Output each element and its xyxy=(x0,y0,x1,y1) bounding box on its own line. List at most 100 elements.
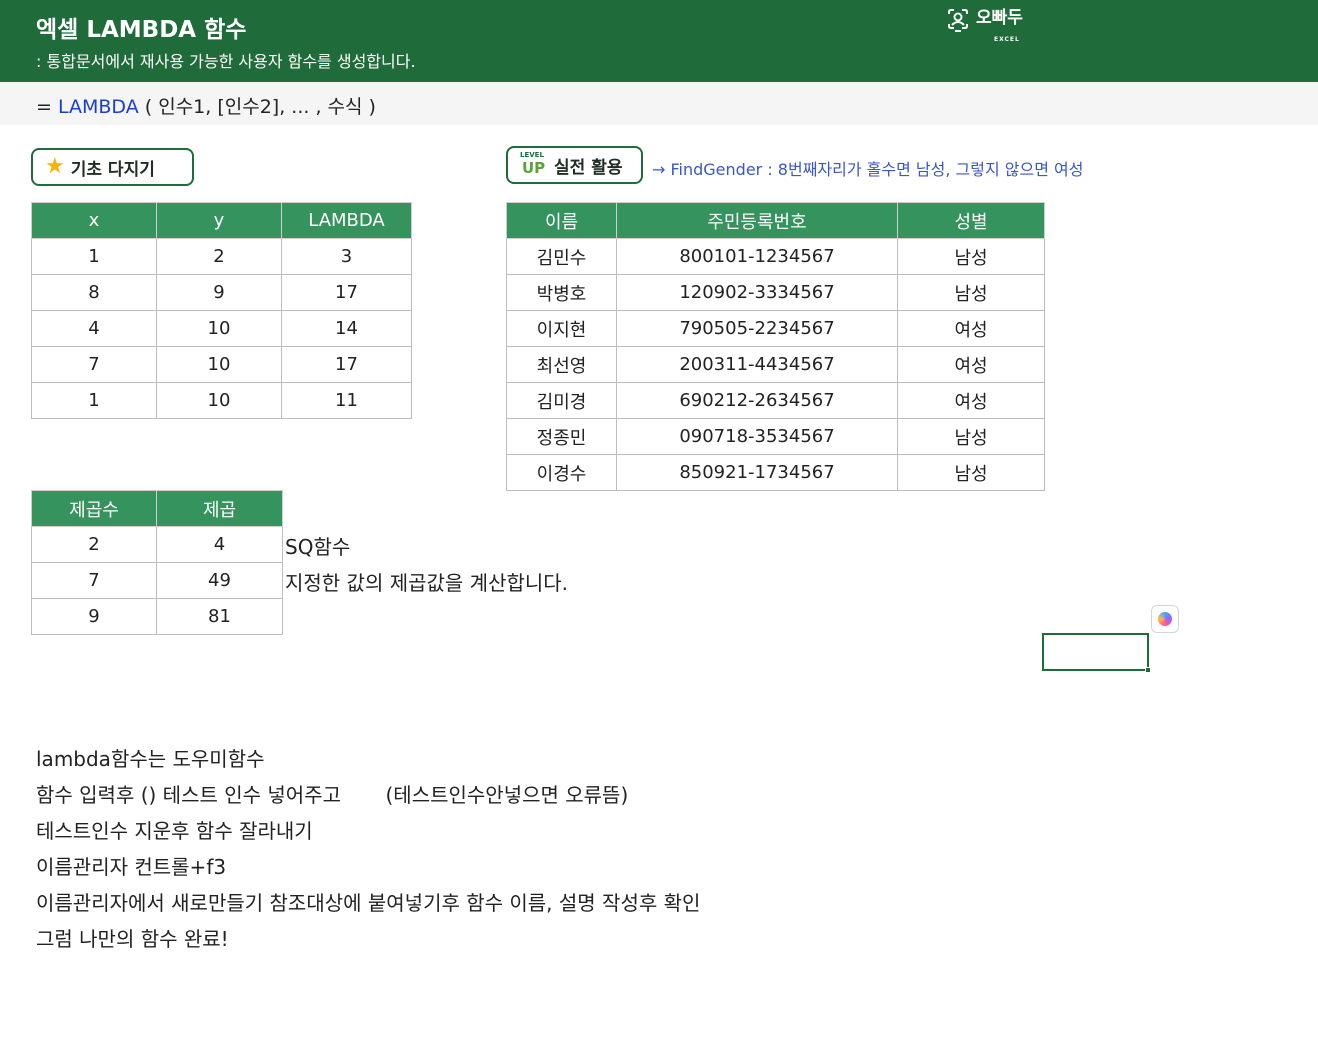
table-cell[interactable]: 김민수 xyxy=(506,238,617,275)
practical-section-badge: LEVEL UP 실전 활용 xyxy=(506,146,643,184)
table-cell[interactable]: 남성 xyxy=(897,238,1045,275)
table-cell[interactable]: 9 xyxy=(31,598,157,635)
table-cell[interactable]: 17 xyxy=(281,274,412,311)
table-cell[interactable]: 1 xyxy=(31,382,157,419)
practical-section-label: 실전 활용 xyxy=(554,157,623,178)
sq-function-name[interactable]: SQ함수 xyxy=(285,531,350,560)
table-cell[interactable]: 7 xyxy=(31,346,157,383)
table-cell[interactable]: 여성 xyxy=(897,382,1045,419)
selected-cell[interactable] xyxy=(1042,633,1151,673)
fill-handle[interactable] xyxy=(1145,667,1151,673)
table-cell[interactable]: 1 xyxy=(31,238,157,275)
note-line[interactable]: 그럼 나만의 함수 완료! xyxy=(36,921,700,957)
table-cell[interactable]: 49 xyxy=(156,562,283,599)
table-cell[interactable]: 7 xyxy=(31,562,157,599)
note-line[interactable]: 함수 입력후 () 테스트 인수 넣어주고 (테스트인수안넣으면 오류뜸) xyxy=(36,777,700,813)
table-cell[interactable]: 17 xyxy=(281,346,412,383)
copilot-icon xyxy=(1158,612,1172,626)
table-cell[interactable]: 남성 xyxy=(897,418,1045,455)
table-header-row: 제곱수 제곱 xyxy=(31,490,283,527)
table-cell[interactable]: 남성 xyxy=(897,274,1045,311)
note-line[interactable]: lambda함수는 도우미함수 xyxy=(36,741,700,777)
logo-subtext: EXCEL xyxy=(994,36,1020,43)
column-header[interactable]: 제곱 xyxy=(156,490,283,527)
table-cell[interactable]: 120902-3334567 xyxy=(616,274,898,311)
table-row: 최선영 200311-4434567 여성 xyxy=(506,346,1045,383)
table-cell[interactable]: 9 xyxy=(156,274,282,311)
basic-section-label: 기초 다지기 xyxy=(70,159,155,180)
table-header-row: 이름 주민등록번호 성별 xyxy=(506,202,1045,239)
copilot-button[interactable] xyxy=(1151,605,1179,633)
column-header[interactable]: 성별 xyxy=(897,202,1045,239)
table-cell[interactable]: 이지현 xyxy=(506,310,617,347)
findgender-note: → FindGender : 8번째자리가 홀수면 남성, 그렇지 않으면 여성 xyxy=(652,160,1084,179)
note-line[interactable]: 이름관리자 컨트롤+f3 xyxy=(36,849,700,885)
table-row: 1 10 11 xyxy=(31,382,412,419)
usage-notes: lambda함수는 도우미함수 함수 입력후 () 테스트 인수 넣어주고 (테… xyxy=(36,741,700,957)
table-cell[interactable]: 여성 xyxy=(897,346,1045,383)
sq-function-description[interactable]: 지정한 값의 제곱값을 계산합니다. xyxy=(285,567,568,596)
formula-syntax: = LAMBDA ( 인수1, [인수2], ... , 수식 ) xyxy=(0,82,1318,125)
table-cell[interactable]: 200311-4434567 xyxy=(616,346,898,383)
table-cell[interactable]: 090718-3534567 xyxy=(616,418,898,455)
table-row: 이지현 790505-2234567 여성 xyxy=(506,310,1045,347)
table-cell[interactable]: 정종민 xyxy=(506,418,617,455)
table-row: 정종민 090718-3534567 남성 xyxy=(506,418,1045,455)
column-header[interactable]: y xyxy=(156,202,282,239)
table-cell[interactable]: 4 xyxy=(31,310,157,347)
table-cell[interactable]: 3 xyxy=(281,238,412,275)
table-cell[interactable]: 4 xyxy=(156,526,283,563)
table-row: 2 4 xyxy=(31,526,283,563)
column-header[interactable]: LAMBDA xyxy=(281,202,412,239)
table-cell[interactable]: 남성 xyxy=(897,454,1045,491)
page-subtitle: : 통합문서에서 재사용 가능한 사용자 함수를 생성합니다. xyxy=(36,52,416,71)
table-row: 김민수 800101-1234567 남성 xyxy=(506,238,1045,275)
table-cell[interactable]: 81 xyxy=(156,598,283,635)
page-title: 엑셀 LAMBDA 함수 xyxy=(36,17,247,43)
table-row: 김미경 690212-2634567 여성 xyxy=(506,382,1045,419)
table-cell[interactable]: 10 xyxy=(156,382,282,419)
table-cell[interactable]: 2 xyxy=(31,526,157,563)
note-line[interactable]: 테스트인수 지운후 함수 잘라내기 xyxy=(36,813,700,849)
table-cell[interactable]: 8 xyxy=(31,274,157,311)
table-cell[interactable]: 10 xyxy=(156,346,282,383)
level-up-icon: LEVEL UP xyxy=(520,151,548,179)
table-row: 이경수 850921-1734567 남성 xyxy=(506,454,1045,491)
logo-text: 오빠두 xyxy=(976,8,1023,28)
formula-eq: = xyxy=(36,96,58,118)
square-table: 제곱수 제곱 2 4 7 49 9 81 xyxy=(31,490,283,635)
table-cell[interactable]: 11 xyxy=(281,382,412,419)
table-cell[interactable]: 800101-1234567 xyxy=(616,238,898,275)
table-row: 7 49 xyxy=(31,562,283,599)
table-row: 4 10 14 xyxy=(31,310,412,347)
column-header[interactable]: 이름 xyxy=(506,202,617,239)
table-cell[interactable]: 이경수 xyxy=(506,454,617,491)
table-cell[interactable]: 14 xyxy=(281,310,412,347)
up-text: UP xyxy=(522,159,546,177)
camera-person-icon xyxy=(948,9,968,32)
table-row: 8 9 17 xyxy=(31,274,412,311)
table-cell[interactable]: 790505-2234567 xyxy=(616,310,898,347)
page-header: 엑셀 LAMBDA 함수 : 통합문서에서 재사용 가능한 사용자 함수를 생성… xyxy=(0,0,1318,82)
formula-args: ( 인수1, [인수2], ... , 수식 ) xyxy=(138,96,376,118)
formula-function-name: LAMBDA xyxy=(57,96,139,118)
table-cell[interactable]: 2 xyxy=(156,238,282,275)
note-line[interactable]: 이름관리자에서 새로만들기 참조대상에 붙여넣기후 함수 이름, 설명 작성후 … xyxy=(36,885,700,921)
column-header[interactable]: 제곱수 xyxy=(31,490,157,527)
column-header[interactable]: x xyxy=(31,202,157,239)
table-row: 박병호 120902-3334567 남성 xyxy=(506,274,1045,311)
table-cell[interactable]: 최선영 xyxy=(506,346,617,383)
table-row: 7 10 17 xyxy=(31,346,412,383)
gender-table: 이름 주민등록번호 성별 김민수 800101-1234567 남성 박병호 1… xyxy=(506,202,1045,491)
table-cell[interactable]: 10 xyxy=(156,310,282,347)
table-cell[interactable]: 690212-2634567 xyxy=(616,382,898,419)
table-cell[interactable]: 여성 xyxy=(897,310,1045,347)
column-header[interactable]: 주민등록번호 xyxy=(616,202,898,239)
table-header-row: x y LAMBDA xyxy=(31,202,412,239)
level-text: LEVEL xyxy=(520,151,544,159)
table-cell[interactable]: 박병호 xyxy=(506,274,617,311)
table-cell[interactable]: 김미경 xyxy=(506,382,617,419)
lambda-table: x y LAMBDA 1 2 3 8 9 17 4 10 14 7 10 17 … xyxy=(31,202,412,419)
table-cell[interactable]: 850921-1734567 xyxy=(616,454,898,491)
table-row: 1 2 3 xyxy=(31,238,412,275)
